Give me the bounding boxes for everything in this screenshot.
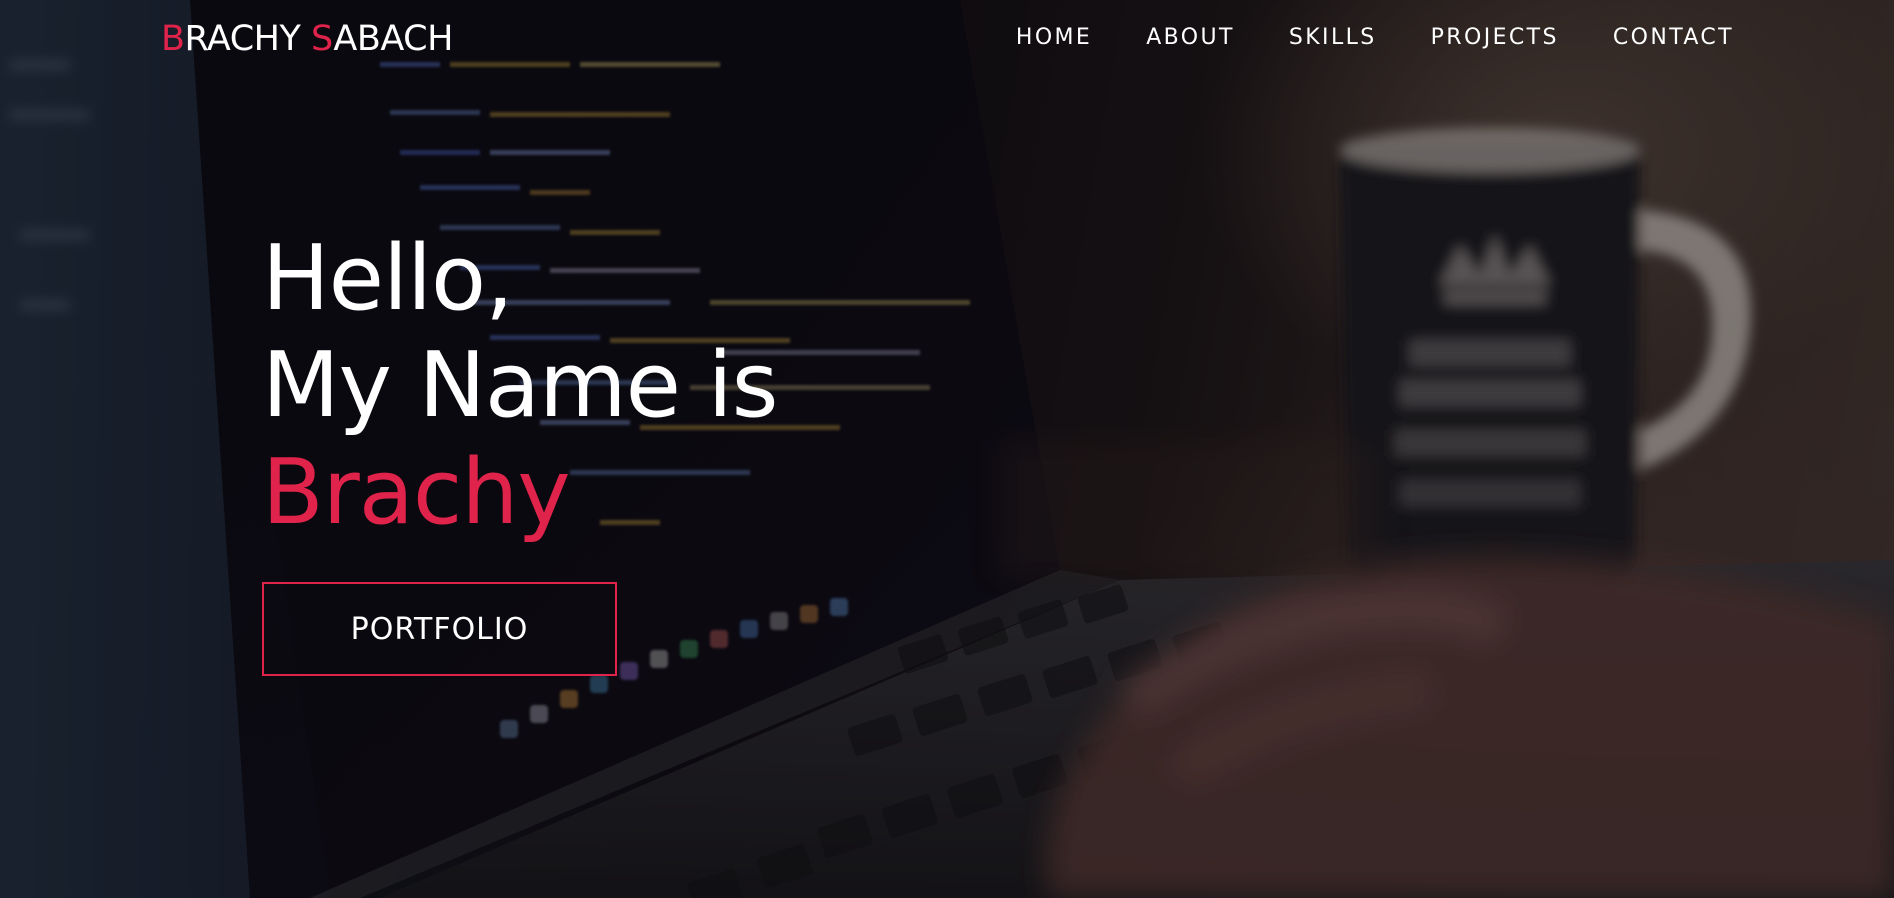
brand-logo[interactable]: BRACHY SABACH — [161, 18, 453, 60]
nav-link-home[interactable]: HOME — [1016, 22, 1092, 54]
nav-link-contact[interactable]: CONTACT — [1613, 22, 1734, 54]
hero-heading: Hello, My Name is Brachy — [262, 225, 779, 546]
nav-link-about[interactable]: ABOUT — [1146, 22, 1235, 54]
hero-intro: My Name is — [262, 333, 779, 438]
portfolio-button[interactable]: PORTFOLIO — [262, 582, 617, 676]
nav-link-projects[interactable]: PROJECTS — [1431, 22, 1559, 54]
brand-last-rest: ABACH — [333, 19, 453, 59]
hero-name: Brachy — [262, 440, 571, 545]
brand-first-initial: B — [161, 19, 185, 59]
nav-link-skills[interactable]: SKILLS — [1289, 22, 1377, 54]
hero-greeting: Hello, — [262, 226, 514, 331]
navbar: BRACHY SABACH HOME ABOUT SKILLS PROJECTS… — [0, 0, 1894, 78]
nav-menu: HOME ABOUT SKILLS PROJECTS CONTACT — [1016, 22, 1734, 54]
brand-last-initial: S — [311, 19, 334, 59]
brand-first-rest: RACHY — [184, 19, 312, 59]
